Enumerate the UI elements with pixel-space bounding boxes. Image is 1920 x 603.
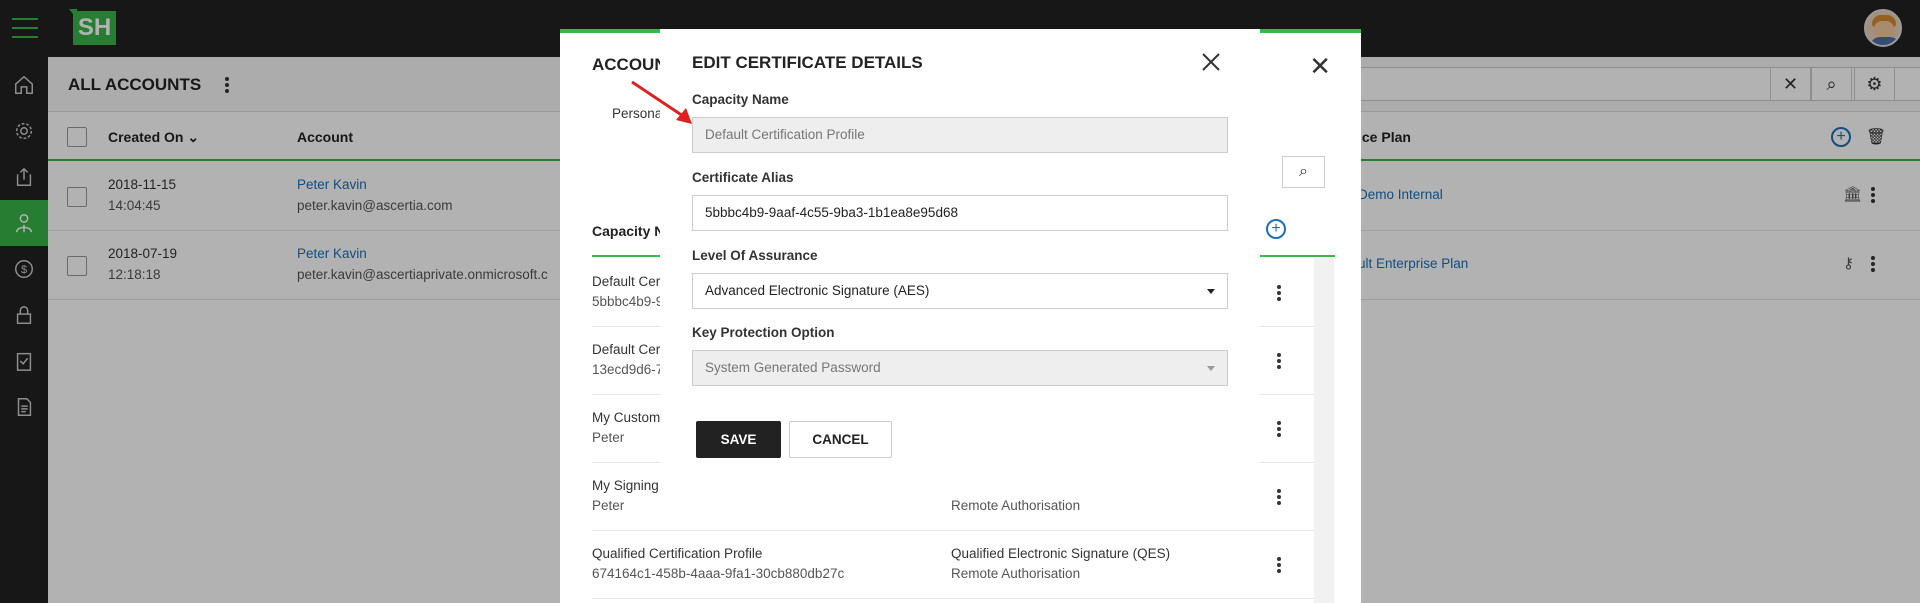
capacity-name-label: Capacity Name (692, 92, 789, 107)
row-menu-icon[interactable] (1277, 285, 1281, 301)
row-menu-icon[interactable] (1277, 421, 1281, 437)
annotation-arrow-icon (631, 80, 692, 124)
level-of-assurance-value: Advanced Electronic Signature (AES) (705, 283, 930, 298)
capacity-id: 5bbbc4b9-9 (592, 294, 664, 309)
row-menu-icon[interactable] (1277, 489, 1281, 505)
edit-certificate-modal: EDIT CERTIFICATE DETAILS Capacity Name D… (660, 29, 1260, 496)
capacity-name: My Custom (592, 410, 661, 425)
level-of-assurance-select[interactable]: Advanced Electronic Signature (AES) (692, 273, 1228, 309)
row-menu-icon[interactable] (1277, 353, 1281, 369)
row-menu-icon[interactable] (1277, 557, 1281, 573)
key-protection-value: System Generated Password (705, 360, 881, 375)
key-protection-select[interactable]: System Generated Password (692, 350, 1228, 386)
add-capacity-icon[interactable]: + (1266, 219, 1286, 239)
level-of-assurance-label: Level Of Assurance (692, 248, 818, 263)
chevron-down-icon (1207, 366, 1215, 371)
dialog-scrollbar[interactable] (1314, 258, 1334, 603)
modal-title: EDIT CERTIFICATE DETAILS (692, 53, 923, 72)
account-dialog-title: ACCOUN (592, 55, 667, 74)
save-button[interactable]: SAVE (696, 421, 781, 458)
capacity-owner: Peter (592, 498, 625, 513)
account-dialog-close-icon[interactable]: ✕ (1309, 51, 1331, 82)
capacity-mode: Remote Authorisation (951, 566, 1081, 581)
capacity-name: Default Cer (592, 274, 661, 289)
dialog-search-icon[interactable]: ⌕ (1282, 156, 1325, 188)
capacity-id: 13ecd9d6-7 (592, 362, 664, 377)
capacity-name-field[interactable]: Default Certification Profile (692, 117, 1228, 153)
capacity-name: Default Cer (592, 342, 661, 357)
list-item[interactable]: Qualified Certification Profile 674164c1… (592, 531, 1314, 599)
capacity-name: My Signing (592, 478, 659, 493)
capacity-id: 674164c1-458b-4aaa-9fa1-30cb880db27c (592, 566, 845, 581)
capacity-mode: Remote Authorisation (951, 498, 1081, 513)
key-protection-label: Key Protection Option (692, 325, 835, 340)
chevron-down-icon (1207, 289, 1215, 294)
cancel-button[interactable]: CANCEL (789, 421, 892, 458)
close-icon[interactable] (1200, 51, 1222, 73)
capacity-name: Qualified Certification Profile (592, 546, 763, 561)
certificate-alias-label: Certificate Alias (692, 170, 794, 185)
capacity-loa: Qualified Electronic Signature (QES) (951, 546, 1171, 561)
capacity-owner: Peter (592, 430, 625, 445)
certificate-alias-field[interactable]: 5bbbc4b9-9aaf-4c55-9ba3-1b1ea8e95d68 (692, 195, 1228, 231)
col-capacity-name[interactable]: Capacity N (592, 223, 664, 239)
